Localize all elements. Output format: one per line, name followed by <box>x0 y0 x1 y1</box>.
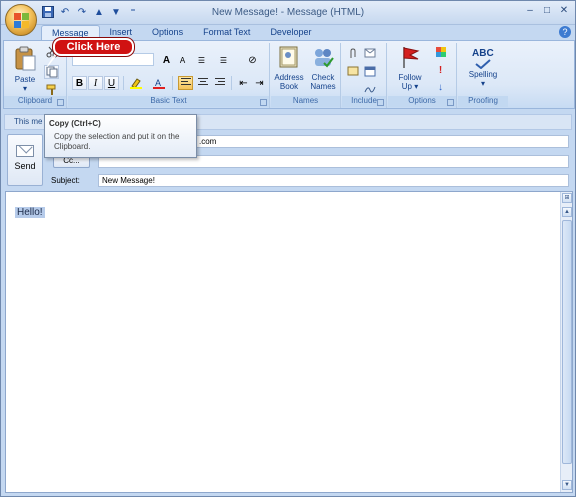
highlight-icon[interactable] <box>128 76 143 90</box>
basic-text-launcher-icon[interactable] <box>260 99 267 106</box>
clear-formatting-icon[interactable]: ⊘ <box>245 53 260 67</box>
maximize-button[interactable]: □ <box>540 4 554 18</box>
clipboard-launcher-icon[interactable] <box>57 99 64 106</box>
separator <box>172 76 173 90</box>
align-left-button[interactable] <box>178 76 193 90</box>
align-center-button[interactable] <box>195 76 210 90</box>
scroll-up-button[interactable]: ▲ <box>562 207 572 217</box>
attach-file-icon[interactable] <box>345 47 360 61</box>
grow-font-button[interactable]: A <box>159 53 174 67</box>
flag-icon <box>392 45 428 71</box>
copy-tooltip: Copy (Ctrl+C) Copy the selection and put… <box>44 114 197 158</box>
abc-check-icon: ABC <box>462 45 504 70</box>
office-logo-icon <box>14 13 29 28</box>
scroll-down-button[interactable]: ▼ <box>562 480 572 490</box>
subject-field[interactable]: New Message! <box>98 174 569 187</box>
message-window: ↶ ↷ ▲ ▼ ⁼ New Message! - Message (HTML) … <box>0 0 576 497</box>
include-launcher-icon[interactable] <box>377 99 384 106</box>
send-button[interactable]: Send <box>7 134 43 186</box>
check-names-label-1: Check <box>311 73 335 82</box>
spelling-dropdown-icon: ▾ <box>480 79 485 88</box>
subject-label: Subject: <box>51 176 80 185</box>
tab-developer[interactable]: Developer <box>260 25 321 40</box>
send-label: Send <box>14 161 36 171</box>
follow-up-label-2: Up ▾ <box>401 82 419 91</box>
align-left-icon <box>180 78 191 85</box>
options-group: Follow Up ▾ ! ↓ Options <box>388 43 457 108</box>
proofing-group: ABC Spelling ▾ Proofing <box>458 43 508 108</box>
include-group: Include <box>342 43 387 108</box>
body-text: Hello! <box>15 207 45 218</box>
envelope-icon <box>16 145 34 157</box>
attach-item-icon[interactable] <box>362 47 377 61</box>
title-bar: ↶ ↷ ▲ ▼ ⁼ New Message! - Message (HTML) … <box>1 1 575 25</box>
align-right-button[interactable] <box>212 76 227 90</box>
high-importance-icon[interactable]: ! <box>433 63 448 77</box>
font-color-icon[interactable]: A <box>151 76 166 90</box>
to-value: .com <box>199 137 217 146</box>
italic-button[interactable]: I <box>88 76 103 90</box>
paste-button[interactable]: Paste ▾ <box>7 45 43 93</box>
calendar-icon[interactable] <box>362 65 377 79</box>
window-controls: – □ ✕ <box>523 4 571 18</box>
spelling-button[interactable]: ABC Spelling ▾ <box>462 45 504 89</box>
click-here-callout: Click Here <box>53 38 134 56</box>
bold-button[interactable]: B <box>72 76 87 90</box>
callout-pointer-icon <box>46 54 58 68</box>
check-names-icon <box>306 45 340 71</box>
address-book-label-1: Address <box>274 73 304 82</box>
tooltip-title: Copy (Ctrl+C) <box>49 119 101 128</box>
align-center-icon <box>197 78 208 85</box>
office-button[interactable] <box>5 4 37 36</box>
message-body[interactable]: Hello! ⊞ ▲ ▼ <box>5 191 573 493</box>
vertical-scrollbar[interactable]: ⊞ ▲ ▼ <box>560 192 572 492</box>
address-book-button[interactable]: Address Book <box>272 45 306 91</box>
basic-text-group-label: Basic Text <box>68 96 269 107</box>
follow-up-button[interactable]: Follow Up ▾ <box>392 45 428 91</box>
proofing-group-label: Proofing <box>458 96 508 107</box>
options-launcher-icon[interactable] <box>447 99 454 106</box>
format-painter-icon <box>46 84 55 95</box>
check-names-button[interactable]: Check Names <box>306 45 340 91</box>
abc-text: ABC <box>472 48 494 59</box>
format-painter-button[interactable] <box>44 83 59 97</box>
spelling-label: Spelling <box>468 70 498 79</box>
decrease-indent-icon[interactable]: ⇤ <box>236 76 251 90</box>
increase-indent-icon[interactable]: ⇥ <box>252 76 267 90</box>
numbering-icon[interactable]: ☰ <box>216 53 231 67</box>
low-importance-icon[interactable]: ↓ <box>433 80 448 94</box>
signature-icon[interactable] <box>362 83 377 97</box>
close-button[interactable]: ✕ <box>557 4 571 18</box>
bullets-icon[interactable]: ☰ <box>194 53 209 67</box>
separator <box>231 76 232 90</box>
check-names-label-2: Names <box>310 82 336 91</box>
categorize-icon[interactable] <box>433 45 448 59</box>
scroll-thumb[interactable] <box>562 220 572 464</box>
align-right-icon <box>214 78 225 85</box>
underline-button[interactable]: U <box>104 76 119 90</box>
business-card-icon[interactable] <box>345 65 360 79</box>
paste-icon <box>7 45 43 73</box>
separator <box>123 76 124 90</box>
svg-text:A: A <box>155 78 161 88</box>
tab-options[interactable]: Options <box>142 25 193 40</box>
tab-format-text[interactable]: Format Text <box>193 25 260 40</box>
help-icon[interactable]: ? <box>559 26 571 38</box>
paste-dropdown-icon: ▾ <box>22 84 27 93</box>
names-group: Address Book Check Names Names <box>271 43 341 108</box>
address-book-icon <box>272 45 306 71</box>
options-group-label: Options <box>388 96 456 107</box>
ruler-toggle-icon[interactable]: ⊞ <box>562 193 572 203</box>
tooltip-description: Copy the selection and put it on the Cli… <box>54 132 180 151</box>
window-title: New Message! - Message (HTML) <box>211 7 365 18</box>
address-book-label-2: Book <box>279 82 299 91</box>
names-group-label: Names <box>271 96 340 107</box>
shrink-font-button[interactable]: A <box>175 53 190 67</box>
follow-up-label-1: Follow <box>398 73 422 82</box>
minimize-button[interactable]: – <box>523 4 537 18</box>
paste-label: Paste <box>14 75 36 84</box>
